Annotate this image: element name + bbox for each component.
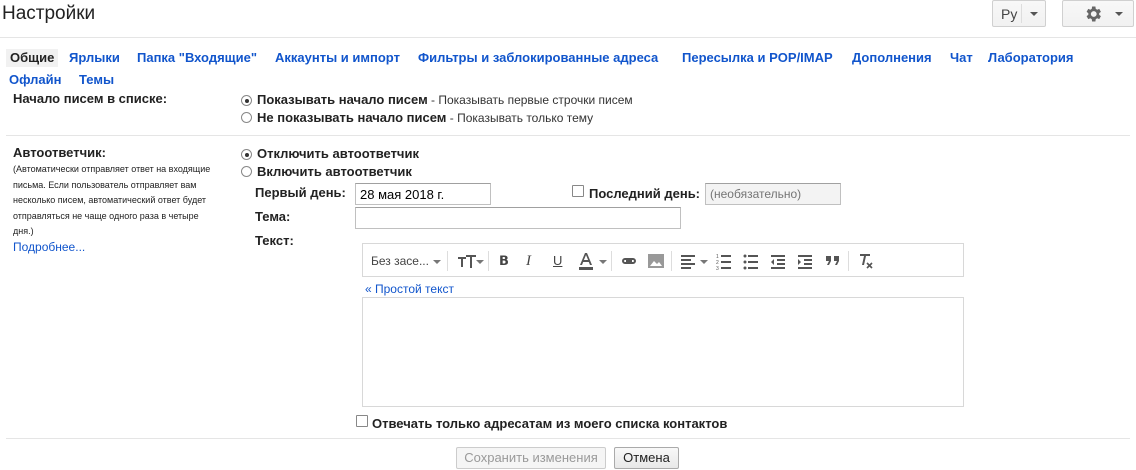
remove-formatting-icon[interactable] <box>857 252 875 270</box>
snippets-show-title: Показывать начало писем <box>257 92 428 107</box>
font-select-label: Без засе... <box>371 254 429 268</box>
tab-addons[interactable]: Дополнения <box>852 50 932 65</box>
vacation-desc-line: отправляться не чаще одного раза в четыр… <box>13 210 199 221</box>
divider <box>1021 4 1022 23</box>
indent-less-icon[interactable] <box>770 252 786 270</box>
chevron-down-icon <box>433 260 441 264</box>
tab-chat[interactable]: Чат <box>950 50 973 65</box>
tab-offline[interactable]: Офлайн <box>9 72 62 87</box>
input-tools-label: Ру <box>1001 6 1018 22</box>
last-day-input[interactable] <box>705 183 841 205</box>
gear-icon <box>1086 6 1101 22</box>
tab-forwarding[interactable]: Пересылка и POP/IMAP <box>682 50 833 65</box>
vacation-on-radio[interactable] <box>241 166 252 177</box>
toolbar-divider <box>611 251 612 271</box>
save-changes-button[interactable]: Сохранить изменения <box>456 447 606 469</box>
tab-labels[interactable]: Ярлыки <box>69 50 120 65</box>
learn-more-link[interactable]: Подробнее... <box>13 240 85 254</box>
italic-icon[interactable]: I <box>526 252 531 270</box>
snippets-show-radio[interactable] <box>241 95 252 106</box>
contacts-only-label: Отвечать только адресатам из моего списк… <box>372 416 728 431</box>
vacation-on-option: Включить автоответчик <box>257 164 412 179</box>
vacation-off-option: Отключить автоответчик <box>257 146 419 161</box>
snippets-hide-radio[interactable] <box>241 112 252 123</box>
tab-labs[interactable]: Лаборатория <box>988 50 1073 65</box>
contacts-only-checkbox[interactable] <box>356 415 368 427</box>
section-divider <box>6 438 1130 439</box>
vacation-on-label: Включить автоответчик <box>257 164 412 179</box>
underline-icon[interactable]: U <box>553 252 562 270</box>
tab-accounts[interactable]: Аккаунты и импорт <box>275 50 400 65</box>
text-label: Текст: <box>255 233 294 248</box>
tab-themes[interactable]: Темы <box>79 72 114 87</box>
editor-toolbar: Без засе... 𝗕 I U 123 <box>362 243 964 277</box>
first-day-label: Первый день: <box>255 185 346 200</box>
vacation-off-radio[interactable] <box>241 149 252 160</box>
vacation-desc-line: дня.) <box>13 226 34 236</box>
snippets-hide-option: Не показывать начало писем - Показывать … <box>257 110 593 125</box>
chevron-down-icon <box>599 260 607 264</box>
chevron-down-icon <box>476 260 484 264</box>
snippets-hide-desc: - Показывать только тему <box>446 111 594 125</box>
chevron-down-icon <box>700 260 708 264</box>
toolbar-divider <box>488 251 489 271</box>
cancel-button[interactable]: Отмена <box>614 447 679 469</box>
vacation-description: (Автоматически отправляет ответ на входя… <box>13 162 228 240</box>
link-icon[interactable] <box>619 252 639 270</box>
svg-text:3: 3 <box>716 266 719 270</box>
vacation-desc-line: письма. Если пользователь отправляет вам <box>13 179 197 190</box>
header-divider <box>0 37 1136 38</box>
quote-icon[interactable] <box>825 252 841 270</box>
align-icon[interactable] <box>680 252 696 270</box>
last-day-label: Последний день: <box>589 186 701 201</box>
snippets-show-option: Показывать начало писем - Показывать пер… <box>257 92 633 107</box>
first-day-input[interactable] <box>355 183 491 205</box>
plain-text-link[interactable]: « Простой текст <box>365 282 454 296</box>
chevron-down-icon <box>1115 12 1123 16</box>
settings-button[interactable] <box>1062 0 1134 27</box>
toolbar-divider <box>447 251 448 271</box>
toolbar-divider <box>671 251 672 271</box>
message-body-editor[interactable] <box>362 297 964 407</box>
chevron-down-icon[interactable] <box>1030 12 1038 16</box>
tab-inbox[interactable]: Папка "Входящие" <box>137 50 257 65</box>
toolbar-divider <box>848 251 849 271</box>
tab-filters[interactable]: Фильтры и заблокированные адреса <box>418 50 658 65</box>
numbered-list-icon[interactable]: 123 <box>716 252 732 272</box>
snippets-hide-title: Не показывать начало писем <box>257 110 447 125</box>
vacation-desc-line: (Автоматически отправляет ответ на входя… <box>13 164 211 174</box>
page-title: Настройки <box>2 3 96 24</box>
text-color-icon[interactable] <box>579 252 593 270</box>
last-day-checkbox[interactable] <box>572 185 584 197</box>
bulleted-list-icon[interactable] <box>743 252 759 270</box>
vacation-label: Автоответчик: <box>13 145 106 160</box>
indent-more-icon[interactable] <box>797 252 813 270</box>
font-select[interactable]: Без засе... <box>371 252 429 270</box>
tab-general[interactable]: Общие <box>6 49 59 67</box>
snippets-label: Начало писем в списке: <box>13 91 168 106</box>
bold-icon[interactable]: 𝗕 <box>499 252 509 270</box>
vacation-desc-line: несколько писем, автоматический ответ бу… <box>13 195 207 205</box>
subject-input[interactable] <box>355 207 681 229</box>
snippets-show-desc: - Показывать первые строчки писем <box>427 93 633 107</box>
vacation-off-label: Отключить автоответчик <box>257 146 419 161</box>
image-icon[interactable] <box>648 252 664 270</box>
subject-label: Тема: <box>255 209 291 224</box>
section-divider <box>6 135 1130 136</box>
input-tools-button[interactable]: Ру <box>992 0 1046 27</box>
